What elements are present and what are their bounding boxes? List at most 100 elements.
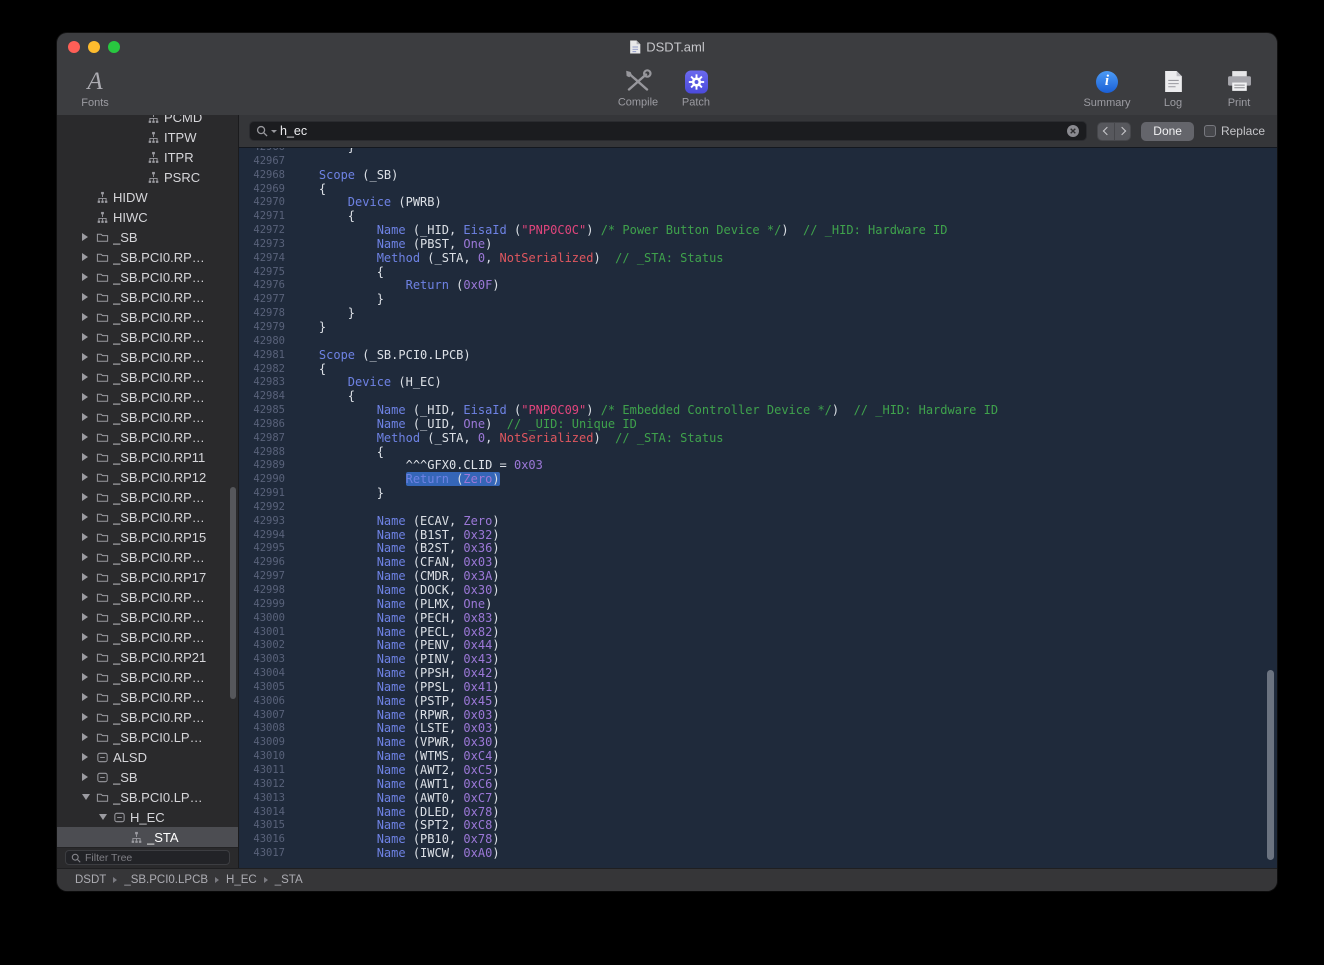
disclosure-collapsed-icon[interactable]	[82, 553, 96, 561]
search-options-chevron-icon[interactable]	[271, 130, 277, 133]
code-line[interactable]: 42988 {	[239, 446, 1277, 460]
fonts-button[interactable]: A Fonts	[69, 68, 121, 109]
disclosure-collapsed-icon[interactable]	[82, 573, 96, 581]
tree-item-sb-pci0-rp[interactable]: _SB.PCI0.RP…	[57, 587, 238, 607]
code-line[interactable]: 42996 Name (CFAN, 0x03)	[239, 556, 1277, 570]
code-line[interactable]: 43007 Name (RPWR, 0x03)	[239, 709, 1277, 723]
code-line[interactable]: 42990 Return (Zero)	[239, 473, 1277, 487]
code-line[interactable]: 43006 Name (PSTP, 0x45)	[239, 695, 1277, 709]
tree-item-sb[interactable]: _SB	[57, 227, 238, 247]
disclosure-expanded-icon[interactable]	[99, 814, 113, 820]
code-line[interactable]: 42977 }	[239, 293, 1277, 307]
code-line[interactable]: 42991 }	[239, 487, 1277, 501]
code-line[interactable]: 42989 ^^^GFX0.CLID = 0x03	[239, 459, 1277, 473]
code-line[interactable]: 42968 Scope (_SB)	[239, 169, 1277, 183]
code-line[interactable]: 43008 Name (LSTE, 0x03)	[239, 722, 1277, 736]
disclosure-collapsed-icon[interactable]	[82, 393, 96, 401]
disclosure-collapsed-icon[interactable]	[82, 453, 96, 461]
disclosure-collapsed-icon[interactable]	[82, 473, 96, 481]
disclosure-collapsed-icon[interactable]	[82, 293, 96, 301]
code-line[interactable]: 43009 Name (VPWR, 0x30)	[239, 736, 1277, 750]
code-line[interactable]: 43005 Name (PPSL, 0x41)	[239, 681, 1277, 695]
tree-item-sb-pci0-rp[interactable]: _SB.PCI0.RP…	[57, 267, 238, 287]
tree-item-sb-pci0-rp[interactable]: _SB.PCI0.RP…	[57, 287, 238, 307]
code-line[interactable]: 42982 {	[239, 363, 1277, 377]
tree-item-sb-pci0-rp[interactable]: _SB.PCI0.RP…	[57, 627, 238, 647]
code-line[interactable]: 42997 Name (CMDR, 0x3A)	[239, 570, 1277, 584]
breadcrumb-item[interactable]: DSDT	[75, 874, 106, 886]
breadcrumb-item[interactable]: _SB.PCI0.LPCB	[124, 874, 208, 886]
print-button[interactable]: Print	[1213, 68, 1265, 109]
tree-item-sta[interactable]: _STA	[57, 827, 238, 847]
disclosure-collapsed-icon[interactable]	[82, 753, 96, 761]
code-line[interactable]: 43015 Name (SPT2, 0xC8)	[239, 819, 1277, 833]
disclosure-collapsed-icon[interactable]	[82, 313, 96, 321]
disclosure-collapsed-icon[interactable]	[82, 273, 96, 281]
code-line[interactable]: 42994 Name (B1ST, 0x32)	[239, 529, 1277, 543]
tree-item-sb-pci0-rp[interactable]: _SB.PCI0.RP…	[57, 707, 238, 727]
clear-search-icon[interactable]	[1066, 124, 1080, 138]
tree-item-sb-pci0-rp[interactable]: _SB.PCI0.RP…	[57, 407, 238, 427]
code-line[interactable]: 42992	[239, 501, 1277, 515]
tree-item-sb-pci0-rp[interactable]: _SB.PCI0.RP…	[57, 307, 238, 327]
tree-item-sb-pci0-rp[interactable]: _SB.PCI0.RP…	[57, 547, 238, 567]
code-line[interactable]: 42987 Method (_STA, 0, NotSerialized) //…	[239, 432, 1277, 446]
close-button[interactable]	[68, 41, 80, 53]
disclosure-collapsed-icon[interactable]	[82, 493, 96, 501]
code-line[interactable]: 42998 Name (DOCK, 0x30)	[239, 584, 1277, 598]
disclosure-collapsed-icon[interactable]	[82, 673, 96, 681]
zoom-button[interactable]	[108, 41, 120, 53]
code-line[interactable]: 42976 Return (0x0F)	[239, 279, 1277, 293]
tree-item-sb-pci0-rp[interactable]: _SB.PCI0.RP…	[57, 367, 238, 387]
code-line[interactable]: 42970 Device (PWRB)	[239, 196, 1277, 210]
code-line[interactable]: 42971 {	[239, 210, 1277, 224]
code-line[interactable]: 43010 Name (WTMS, 0xC4)	[239, 750, 1277, 764]
code-line[interactable]: 42981 Scope (_SB.PCI0.LPCB)	[239, 349, 1277, 363]
tree-item-sb-pci0-rp17[interactable]: _SB.PCI0.RP17	[57, 567, 238, 587]
code-line[interactable]: 42978 }	[239, 307, 1277, 321]
tree-item-sb-pci0-rp[interactable]: _SB.PCI0.RP…	[57, 667, 238, 687]
replace-checkbox[interactable]	[1204, 125, 1216, 137]
disclosure-collapsed-icon[interactable]	[82, 713, 96, 721]
disclosure-collapsed-icon[interactable]	[82, 533, 96, 541]
breadcrumb-item[interactable]: H_EC	[226, 874, 257, 886]
code-line[interactable]: 42979 }	[239, 321, 1277, 335]
sidebar-scrollbar[interactable]	[230, 487, 236, 699]
find-search-field[interactable]	[249, 121, 1087, 141]
code-line[interactable]: 43000 Name (PECH, 0x83)	[239, 612, 1277, 626]
find-next-button[interactable]	[1114, 123, 1130, 140]
log-button[interactable]: Log	[1147, 68, 1199, 109]
tree-item-sb-pci0-rp[interactable]: _SB.PCI0.RP…	[57, 687, 238, 707]
code-line[interactable]: 42993 Name (ECAV, Zero)	[239, 515, 1277, 529]
tree-item-itpr[interactable]: ITPR	[57, 147, 238, 167]
tree-item-sb-pci0-lp[interactable]: _SB.PCI0.LP…	[57, 727, 238, 747]
breadcrumb-item[interactable]: _STA	[275, 874, 303, 886]
code-line[interactable]: 43001 Name (PECL, 0x82)	[239, 626, 1277, 640]
sidebar-tree[interactable]: PCMDITPWITPRPSRCHIDWHIWC_SB_SB.PCI0.RP…_…	[57, 115, 238, 847]
code-line[interactable]: 42984 {	[239, 390, 1277, 404]
tree-item-sb-pci0-rp21[interactable]: _SB.PCI0.RP21	[57, 647, 238, 667]
disclosure-collapsed-icon[interactable]	[82, 633, 96, 641]
code-line[interactable]: 42975 {	[239, 266, 1277, 280]
filter-field[interactable]	[65, 850, 230, 865]
tree-item-sb-pci0-rp[interactable]: _SB.PCI0.RP…	[57, 247, 238, 267]
tree-item-sb-pci0-rp[interactable]: _SB.PCI0.RP…	[57, 347, 238, 367]
tree-item-sb-pci0-rp[interactable]: _SB.PCI0.RP…	[57, 327, 238, 347]
code-line[interactable]: 42973 Name (PBST, One)	[239, 238, 1277, 252]
tree-item-hiwc[interactable]: HIWC	[57, 207, 238, 227]
tree-item-sb-pci0-rp15[interactable]: _SB.PCI0.RP15	[57, 527, 238, 547]
disclosure-collapsed-icon[interactable]	[82, 373, 96, 381]
disclosure-collapsed-icon[interactable]	[82, 333, 96, 341]
code-line[interactable]: 42980	[239, 335, 1277, 349]
tree-item-h-ec[interactable]: H_EC	[57, 807, 238, 827]
summary-button[interactable]: i Summary	[1081, 68, 1133, 109]
tree-item-hidw[interactable]: HIDW	[57, 187, 238, 207]
disclosure-collapsed-icon[interactable]	[82, 613, 96, 621]
code-line[interactable]: 42983 Device (H_EC)	[239, 376, 1277, 390]
find-previous-button[interactable]	[1098, 123, 1114, 140]
disclosure-collapsed-icon[interactable]	[82, 773, 96, 781]
code-line[interactable]: 43003 Name (PINV, 0x43)	[239, 653, 1277, 667]
tree-item-sb-pci0-rp[interactable]: _SB.PCI0.RP…	[57, 507, 238, 527]
tree-item-itpw[interactable]: ITPW	[57, 127, 238, 147]
tree-item-sb-pci0-rp12[interactable]: _SB.PCI0.RP12	[57, 467, 238, 487]
